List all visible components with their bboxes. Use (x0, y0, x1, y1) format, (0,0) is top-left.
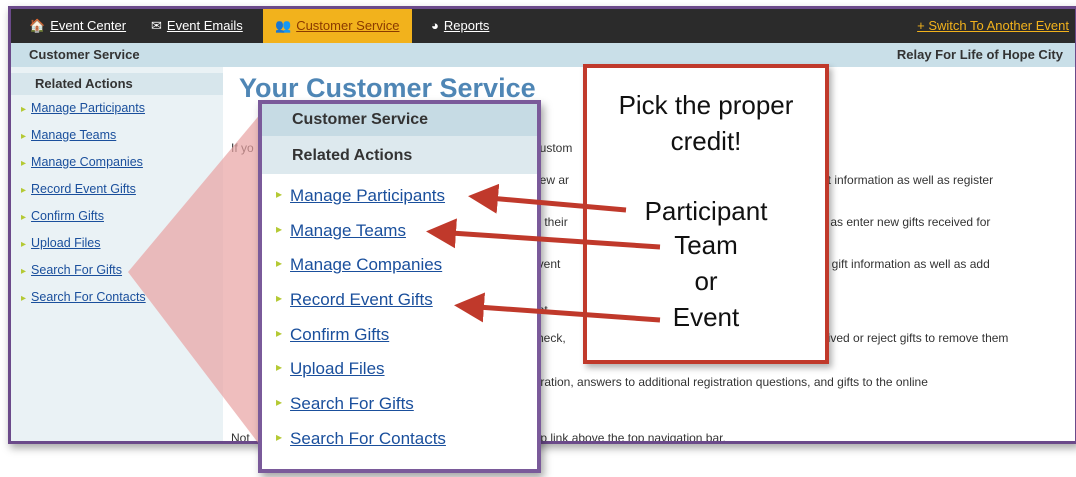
arrow-to-participants (468, 183, 627, 214)
annotation-arrows (426, 183, 661, 323)
arrow-to-event-gifts (454, 292, 661, 323)
arrow-to-teams (426, 218, 661, 250)
